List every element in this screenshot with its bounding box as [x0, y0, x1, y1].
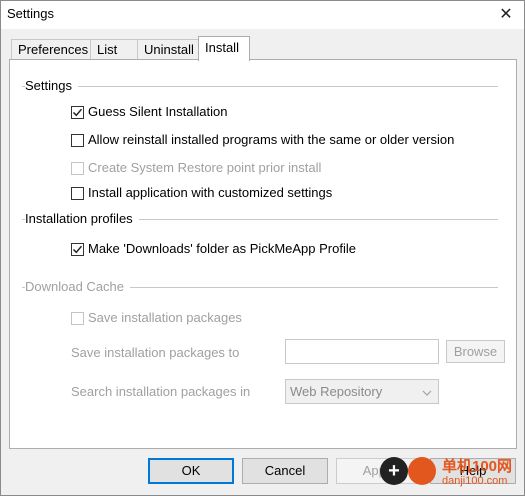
- tab-label: Preferences: [18, 42, 89, 57]
- watermark-logo-icon: [408, 457, 436, 485]
- checkbox-label: Install application with customized sett…: [88, 185, 333, 200]
- checkbox-label: Make 'Downloads' folder as PickMeApp Pro…: [88, 241, 356, 256]
- title-bar: Settings ✕: [1, 1, 524, 29]
- checkbox-box: [71, 312, 84, 325]
- window-title: Settings: [7, 6, 54, 21]
- search-in-value: Web Repository: [290, 384, 383, 399]
- checkbox-box: [71, 134, 84, 147]
- save-to-label: Save installation packages to: [71, 345, 240, 360]
- cache-group-label: Download Cache: [25, 279, 131, 294]
- save-to-input: [285, 339, 439, 364]
- cancel-button[interactable]: Cancel: [242, 458, 328, 484]
- tab-label: Install: [205, 40, 239, 55]
- checkbox-box: [71, 106, 84, 119]
- ok-button[interactable]: OK: [148, 458, 234, 484]
- chevron-down-icon: [422, 386, 432, 401]
- watermark-sub: danji100.com: [442, 475, 508, 487]
- settings-group-label: Settings: [25, 78, 78, 93]
- plus-icon: +: [380, 457, 408, 485]
- tab-install[interactable]: Install: [198, 36, 250, 61]
- watermark-text: 单机100网: [442, 458, 513, 475]
- tab-list[interactable]: List: [90, 39, 138, 59]
- cancel-label: Cancel: [264, 463, 306, 478]
- watermark: + 单机100网 danji100.com: [380, 455, 525, 496]
- check-icon: [72, 108, 83, 117]
- tab-uninstall[interactable]: Uninstall: [137, 39, 199, 59]
- search-in-select: Web Repository: [285, 379, 439, 404]
- checkbox-box: [71, 162, 84, 175]
- browse-button: Browse: [446, 340, 505, 363]
- search-in-label: Search installation packages in: [71, 384, 251, 399]
- check-icon: [72, 245, 83, 254]
- tab-label: Uninstall: [144, 42, 194, 57]
- close-button[interactable]: ✕: [496, 5, 516, 25]
- checkbox-label: Guess Silent Installation: [88, 104, 228, 119]
- checkbox-box: [71, 187, 84, 200]
- install-tab-panel: Settings Guess Silent Installation Allow…: [9, 59, 517, 449]
- tab-label: List: [97, 42, 118, 57]
- checkbox-box: [71, 243, 84, 256]
- profiles-group-label: Installation profiles: [25, 211, 139, 226]
- checkbox-label: Allow reinstall installed programs with …: [88, 132, 455, 147]
- browse-label: Browse: [453, 344, 498, 359]
- tab-preferences[interactable]: Preferences: [11, 39, 91, 59]
- checkbox-label: Create System Restore point prior instal…: [88, 160, 322, 175]
- group-divider: [22, 86, 498, 87]
- checkbox-label: Save installation packages: [88, 310, 242, 325]
- ok-label: OK: [181, 463, 201, 478]
- settings-dialog: Settings ✕ Preferences List Uninstall In…: [0, 0, 525, 496]
